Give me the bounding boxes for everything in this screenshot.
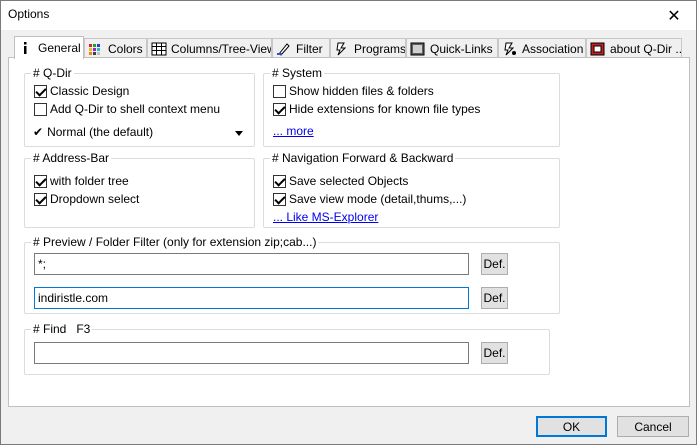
- tab-general[interactable]: General: [14, 36, 84, 59]
- association-icon: [502, 42, 518, 56]
- hidden-files-checkbox[interactable]: Show hidden files & folders: [273, 84, 434, 98]
- find-group: # Find F3 Def.: [24, 322, 550, 375]
- checkbox-box: [34, 192, 47, 206]
- info-icon: [18, 41, 34, 55]
- system-group: # System Show hidden files & folders Hid…: [263, 66, 560, 147]
- tab-label: General: [38, 41, 81, 55]
- dropdown-select-checkbox[interactable]: Dropdown select: [34, 192, 139, 206]
- quicklinks-icon: [410, 42, 426, 56]
- more-link[interactable]: ... more: [273, 124, 314, 138]
- tab-columns[interactable]: Columns/Tree-View: [147, 38, 272, 58]
- filter-input[interactable]: [34, 253, 469, 275]
- group-title: # Preview / Folder Filter (only for exte…: [31, 235, 319, 249]
- cancel-button[interactable]: Cancel: [617, 416, 689, 437]
- tab-label: Columns/Tree-View: [171, 41, 272, 56]
- chevron-down-icon: [235, 131, 243, 136]
- checkbox-label: Add Q-Dir to shell context menu: [50, 102, 221, 116]
- filter-default-button[interactable]: Def.: [481, 253, 508, 275]
- checkbox-box: [34, 102, 47, 116]
- find-input[interactable]: [34, 342, 469, 364]
- address-bar-group: # Address-Bar with folder tree Dropdown …: [24, 151, 255, 228]
- hide-extensions-checkbox[interactable]: Hide extensions for known file types: [273, 102, 480, 116]
- check-mark-icon: ✔: [33, 125, 44, 139]
- save-view-checkbox[interactable]: Save view mode (detail,thums,...): [273, 192, 466, 206]
- tab-programs[interactable]: Programs: [330, 38, 406, 58]
- tab-label: about Q-Dir ...: [610, 41, 682, 56]
- checkbox-box: [34, 174, 47, 188]
- qdir-group: # Q-Dir Classic Design Add Q-Dir to shel…: [24, 66, 255, 147]
- group-title: # Find F3: [31, 322, 93, 336]
- colors-icon: [88, 42, 104, 56]
- checkbox-box: [273, 102, 286, 116]
- filter-icon: [276, 42, 292, 56]
- checkbox-label: with folder tree: [50, 174, 129, 188]
- tab-label: Association: [522, 41, 584, 56]
- tab-label: Colors: [108, 41, 143, 56]
- checkbox-label: Hide extensions for known file types: [289, 102, 481, 116]
- mode-label: Normal (the default): [47, 125, 154, 139]
- about-icon: [590, 42, 606, 56]
- exclude-input[interactable]: [34, 287, 469, 309]
- tab-label: Filter: [296, 41, 323, 56]
- tab-label: Programs: [354, 41, 406, 56]
- window-title: Options: [8, 7, 50, 21]
- classic-design-checkbox[interactable]: Classic Design: [34, 84, 129, 98]
- save-objects-checkbox[interactable]: Save selected Objects: [273, 174, 408, 188]
- group-title: # Address-Bar: [31, 151, 112, 165]
- checkbox-box: [273, 174, 286, 188]
- shell-menu-checkbox[interactable]: Add Q-Dir to shell context menu: [34, 102, 220, 116]
- tab-quicklinks[interactable]: Quick-Links: [406, 38, 498, 58]
- close-icon: ✕: [667, 7, 681, 25]
- group-title: # Navigation Forward & Backward: [270, 151, 456, 165]
- options-dialog: Options ✕ General Colors Columns/Tree-Vi…: [0, 0, 697, 445]
- close-button[interactable]: ✕: [652, 1, 696, 30]
- checkbox-label: Save selected Objects: [289, 174, 409, 188]
- columns-icon: [151, 42, 167, 56]
- general-panel: # Q-Dir Classic Design Add Q-Dir to shel…: [8, 57, 690, 407]
- checkbox-label: Dropdown select: [50, 192, 140, 206]
- mode-dropdown[interactable]: ✔ Normal (the default): [33, 125, 247, 139]
- tab-label: Quick-Links: [430, 41, 493, 56]
- like-explorer-link[interactable]: ... Like MS-Explorer: [273, 210, 378, 224]
- checkbox-box: [273, 192, 286, 206]
- programs-icon: [334, 42, 350, 56]
- tab-about[interactable]: about Q-Dir ...: [586, 38, 682, 58]
- tab-filter[interactable]: Filter: [272, 38, 330, 58]
- group-title: # System: [270, 66, 325, 80]
- navigation-group: # Navigation Forward & Backward Save sel…: [263, 151, 560, 228]
- checkbox-box: [34, 84, 47, 98]
- preview-filter-group: # Preview / Folder Filter (only for exte…: [24, 235, 560, 314]
- tab-strip: General Colors Columns/Tree-View Filter: [8, 36, 688, 59]
- find-default-button[interactable]: Def.: [481, 342, 508, 364]
- ok-button[interactable]: OK: [536, 416, 607, 437]
- group-title: # Q-Dir: [31, 66, 74, 80]
- checkbox-label: Show hidden files & folders: [289, 84, 434, 98]
- checkbox-label: Save view mode (detail,thums,...): [289, 192, 467, 206]
- tab-colors[interactable]: Colors: [84, 38, 147, 58]
- title-bar: Options ✕: [1, 1, 696, 30]
- tab-association[interactable]: Association: [498, 38, 586, 58]
- checkbox-label: Classic Design: [50, 84, 130, 98]
- exclude-default-button[interactable]: Def.: [481, 287, 508, 309]
- folder-tree-checkbox[interactable]: with folder tree: [34, 174, 129, 188]
- checkbox-box: [273, 84, 286, 98]
